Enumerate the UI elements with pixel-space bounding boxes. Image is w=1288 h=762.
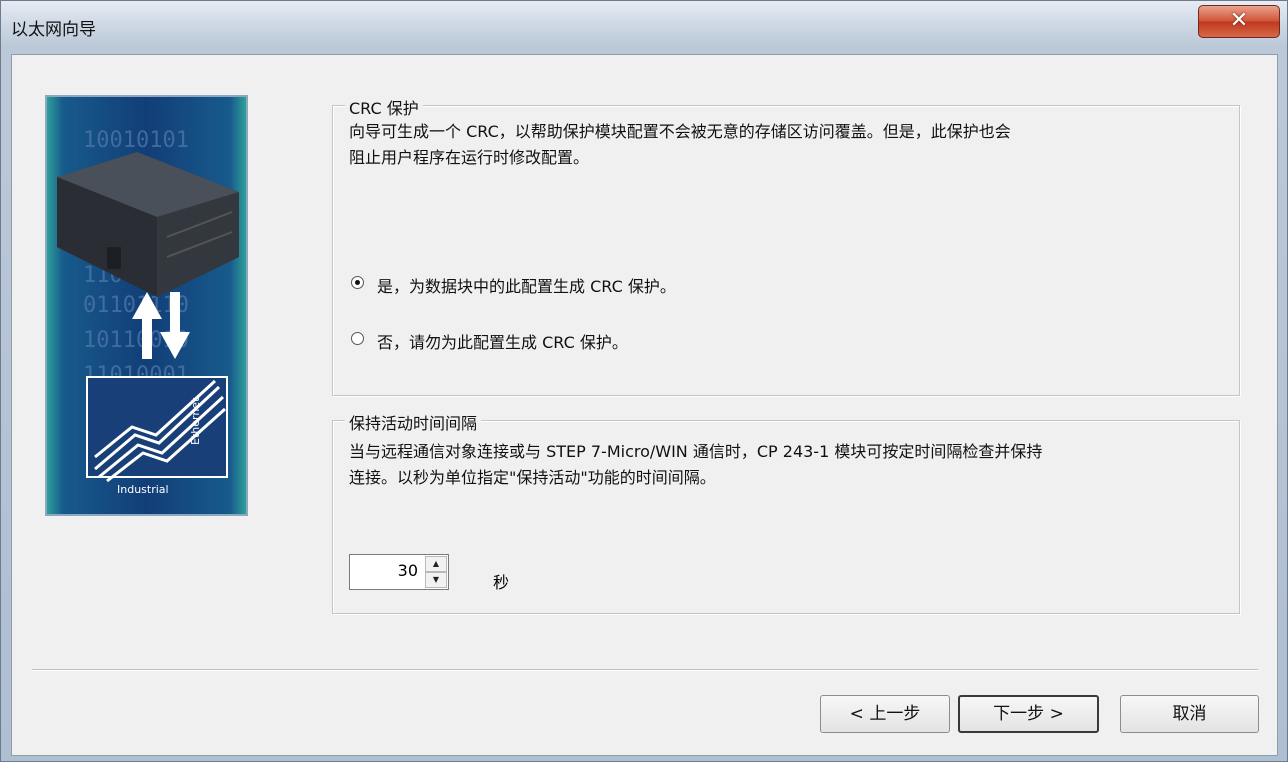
radio-button-checked[interactable] bbox=[351, 276, 364, 289]
spinner-down-icon[interactable]: ▼ bbox=[425, 572, 447, 588]
ethernet-illustration: 10010101 11000101 01101110 10110010 1101… bbox=[45, 95, 248, 516]
radio-crc-no-label: 否，请勿为此配置生成 CRC 保护。 bbox=[377, 333, 628, 352]
interval-unit-label: 秒 bbox=[493, 573, 510, 592]
next-button[interactable]: 下一步 > bbox=[958, 695, 1099, 733]
keepalive-interval-value[interactable]: 30 bbox=[398, 561, 418, 580]
title-bar: 以太网向导 ✕ bbox=[1, 1, 1287, 47]
window-title: 以太网向导 bbox=[11, 20, 96, 40]
radio-crc-yes-label: 是，为数据块中的此配置生成 CRC 保护。 bbox=[377, 277, 676, 296]
keepalive-interval-spinner[interactable]: 30 ▲ ▼ bbox=[349, 554, 449, 590]
crc-description: 向导可生成一个 CRC，以帮助保护模块配置不会被无意的存储区访问覆盖。但是，此保… bbox=[349, 122, 1011, 167]
crc-group-title: CRC 保护 bbox=[345, 95, 423, 119]
industrial-ethernet-logo bbox=[86, 376, 228, 483]
close-icon: ✕ bbox=[1229, 8, 1249, 33]
spinner-buttons: ▲ ▼ bbox=[425, 556, 447, 588]
radio-button-unchecked[interactable] bbox=[351, 332, 364, 345]
binary-row: 10010101 bbox=[83, 128, 189, 153]
cancel-button[interactable]: 取消 bbox=[1120, 695, 1259, 733]
wizard-body: 10010101 11000101 01101110 10110010 1101… bbox=[11, 54, 1278, 756]
footer-separator bbox=[32, 669, 1258, 671]
keepalive-group-title: 保持活动时间间隔 bbox=[345, 410, 482, 434]
prev-button[interactable]: < 上一步 bbox=[820, 695, 950, 733]
close-button[interactable]: ✕ bbox=[1198, 5, 1280, 38]
logo-industrial-text: Industrial bbox=[117, 483, 169, 496]
illustration-graphic: 10010101 11000101 01101110 10110010 1101… bbox=[57, 128, 239, 496]
logo-ethernet-text: Ethernet bbox=[189, 397, 202, 445]
keepalive-description: 当与远程通信对象连接或与 STEP 7-Micro/WIN 通信时，CP 243… bbox=[349, 442, 1043, 487]
spinner-up-icon[interactable]: ▲ bbox=[425, 556, 447, 572]
wizard-window: 以太网向导 ✕ 10010101 11000101 01101110 10110… bbox=[0, 0, 1288, 762]
